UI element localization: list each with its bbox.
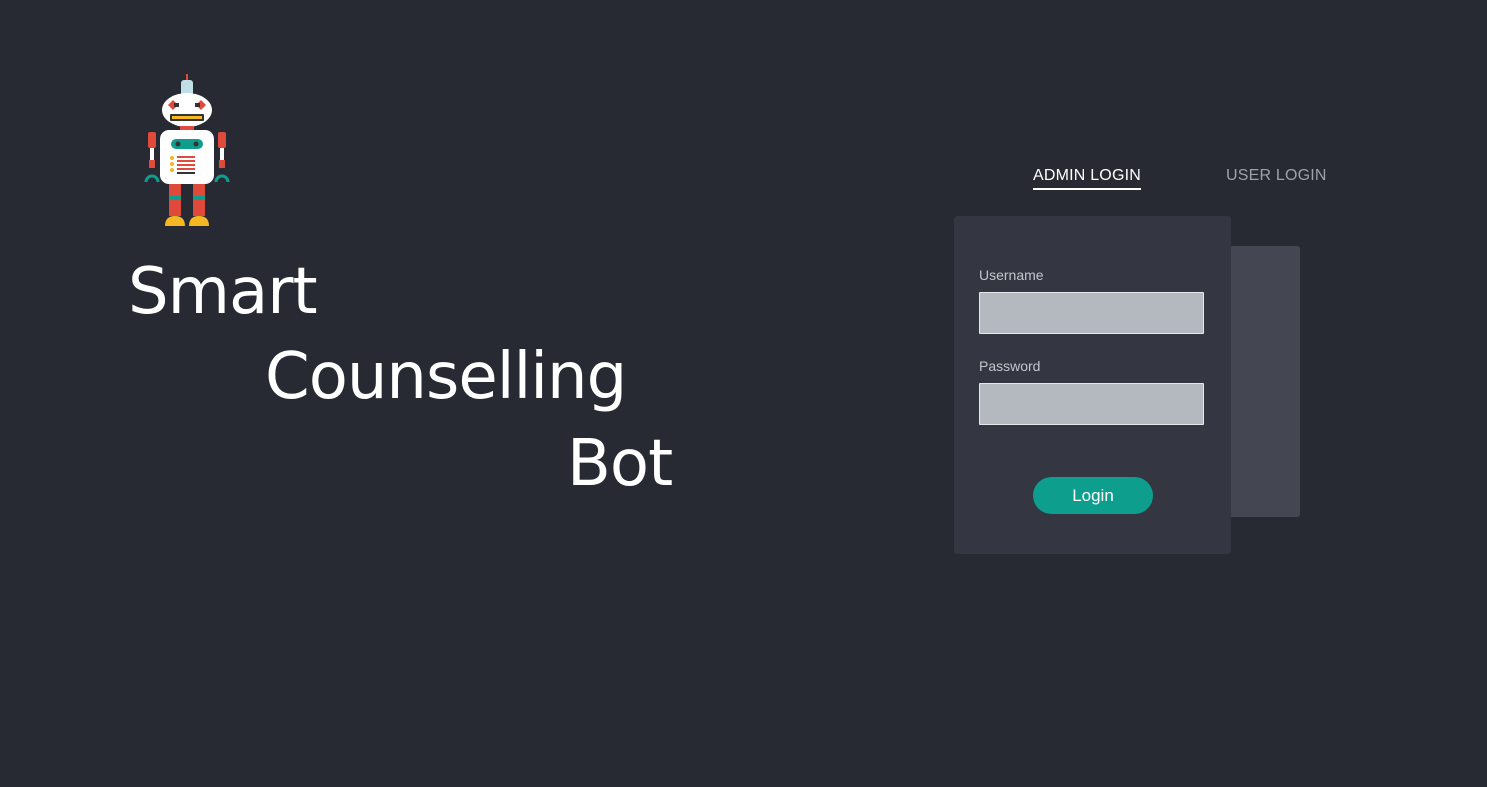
tab-user-login[interactable]: USER LOGIN bbox=[1226, 167, 1327, 185]
password-input[interactable] bbox=[979, 383, 1204, 425]
app-title-line-2: Counselling bbox=[265, 340, 627, 414]
password-label: Password bbox=[979, 358, 1041, 374]
login-form-card: Username Password Login bbox=[954, 216, 1231, 554]
app-title-line-1: Smart bbox=[128, 255, 318, 329]
app-title-line-3: Bot bbox=[567, 427, 673, 501]
robot-logo-icon bbox=[143, 72, 231, 230]
username-label: Username bbox=[979, 267, 1044, 283]
tab-admin-login[interactable]: ADMIN LOGIN bbox=[1033, 167, 1141, 190]
username-input[interactable] bbox=[979, 292, 1204, 334]
stacked-card-background bbox=[1220, 246, 1300, 517]
login-button[interactable]: Login bbox=[1033, 477, 1153, 514]
